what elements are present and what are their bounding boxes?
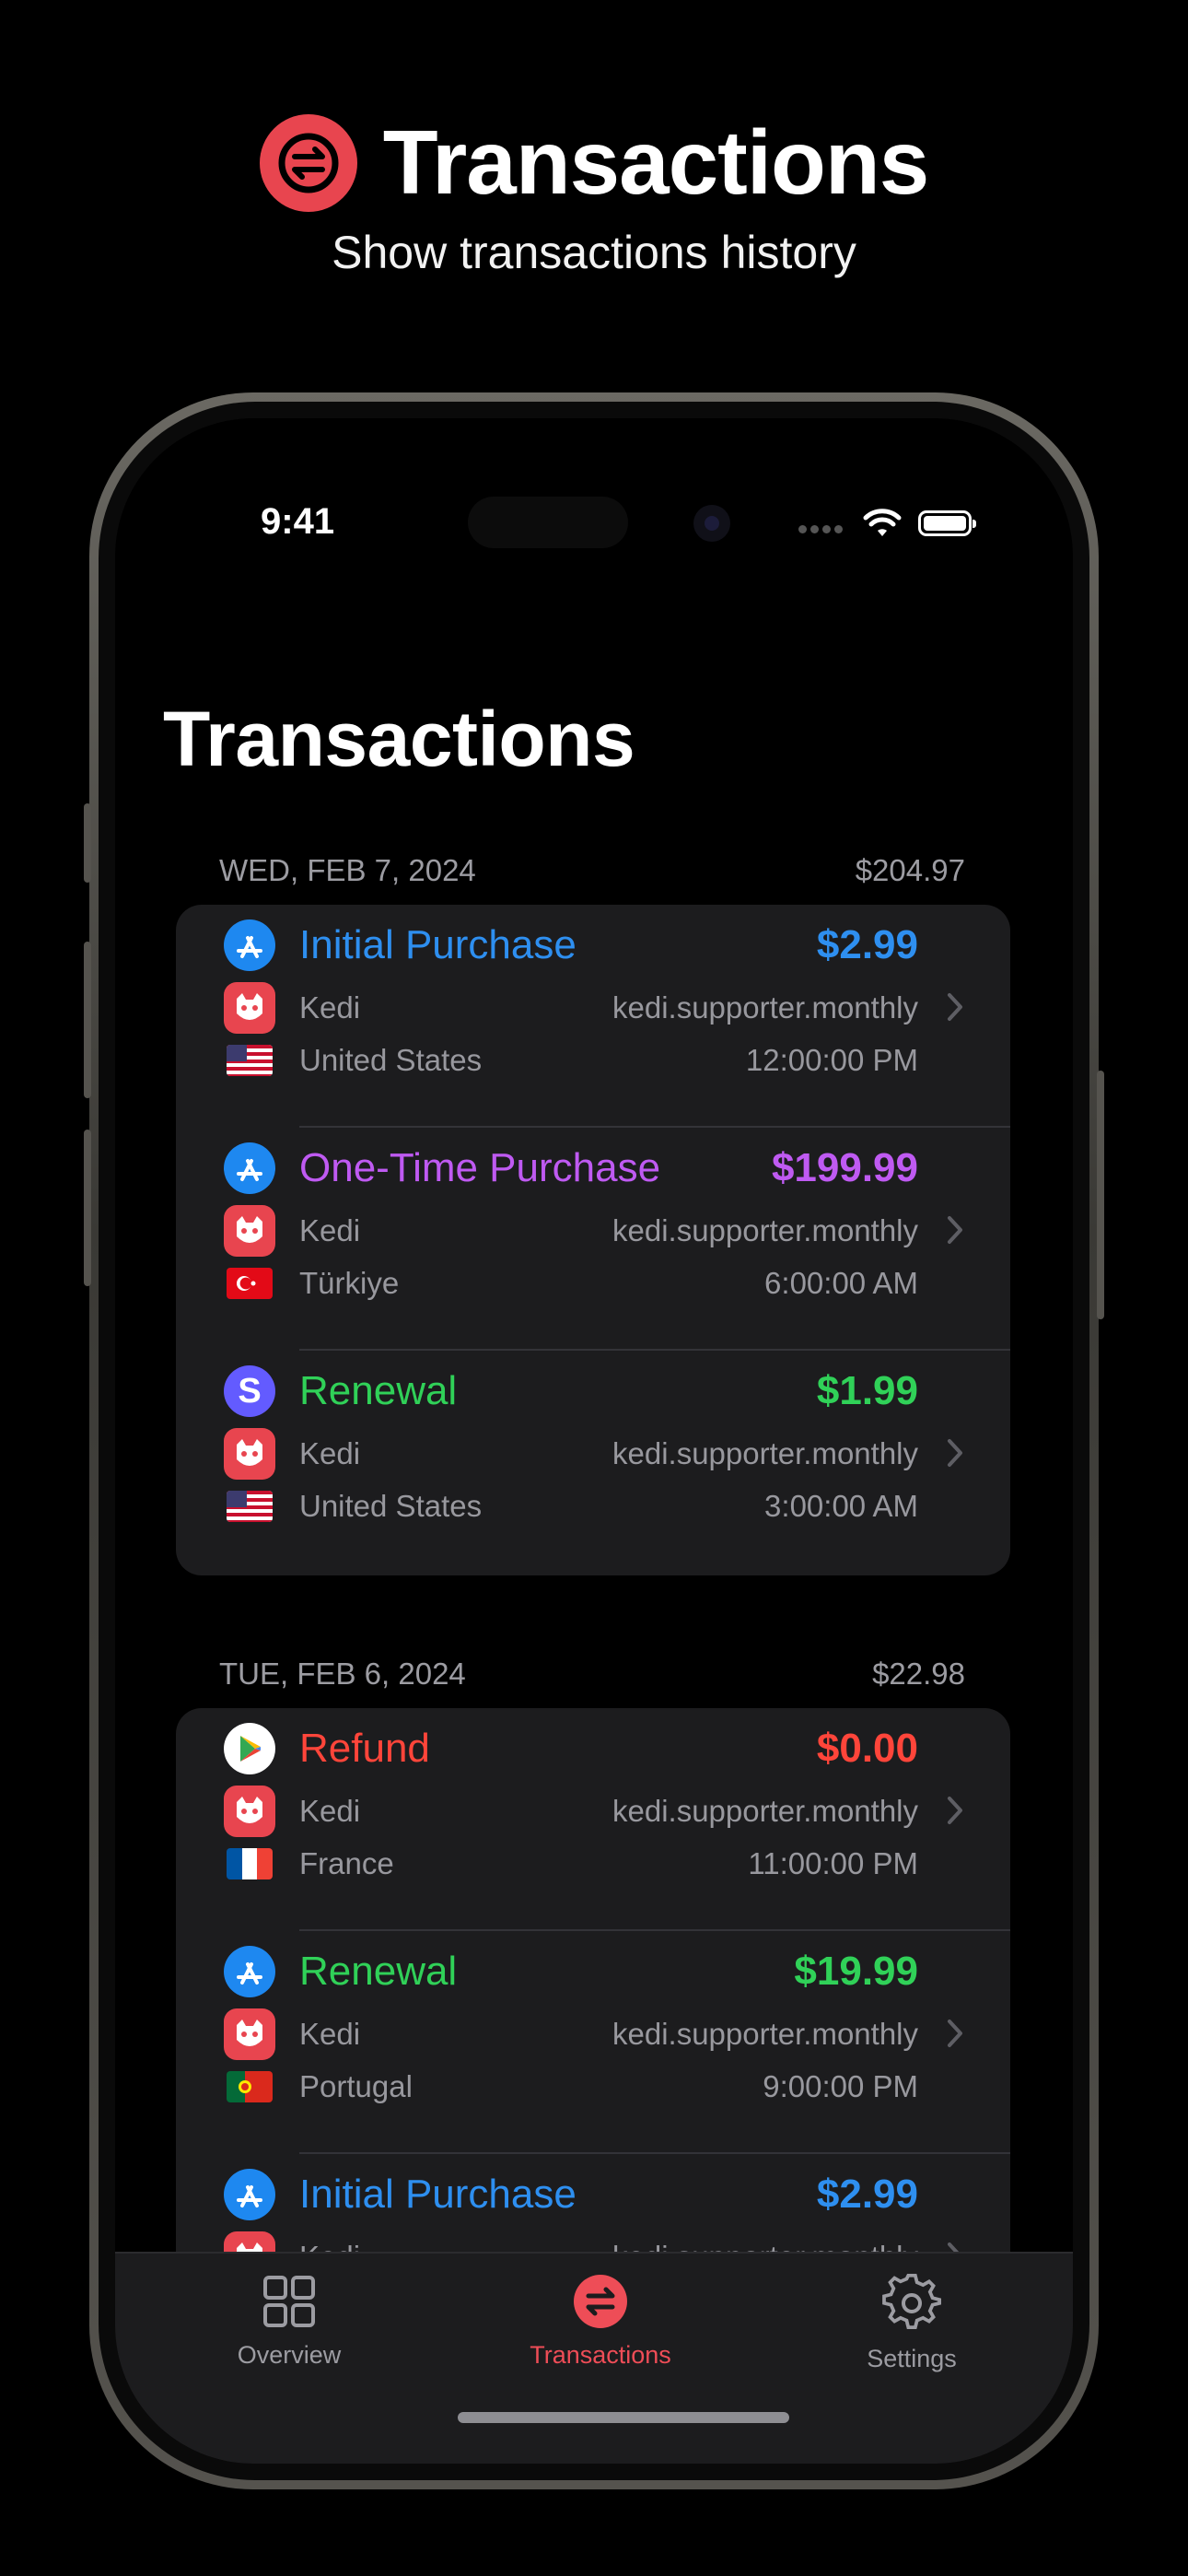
transaction-price: $2.99 <box>816 922 918 967</box>
kedi-app-icon <box>224 1205 275 1257</box>
status-time: 9:41 <box>261 501 335 542</box>
tr-flag-icon <box>227 1268 273 1299</box>
kedi-app-icon <box>224 982 275 1034</box>
transaction-price: $1.99 <box>816 1368 918 1413</box>
google-play-icon <box>224 1723 275 1774</box>
section-header: WED, FEB 7, 2024 $204.97 <box>219 853 965 888</box>
transaction-type: Renewal <box>299 1949 458 1994</box>
country-name: Portugal <box>299 2069 413 2103</box>
transaction-price: $19.99 <box>794 1949 918 1994</box>
transaction-time: 6:00:00 AM <box>764 1266 918 1300</box>
transaction-time: 3:00:00 AM <box>764 1489 918 1523</box>
section-header: TUE, FEB 6, 2024 $22.98 <box>219 1657 965 1692</box>
country-name: Türkiye <box>299 1266 400 1300</box>
transaction-price: $199.99 <box>771 1145 918 1190</box>
status-bar: 9:41 <box>115 418 1073 548</box>
app-name: Kedi <box>299 990 361 1025</box>
hero-header: Transactions Show transactions history <box>0 111 1188 279</box>
grid-icon <box>263 2276 315 2327</box>
product-id: kedi.supporter.monthly <box>611 1213 918 1247</box>
app-store-icon <box>224 1946 275 1997</box>
chevron-right-icon <box>948 993 962 1021</box>
section-total: $22.98 <box>872 1657 965 1691</box>
us-flag-icon <box>227 1045 273 1076</box>
tab-transactions[interactable]: Transactions <box>508 2274 693 2370</box>
pt-flag-icon <box>227 2071 273 2102</box>
section-date: TUE, FEB 6, 2024 <box>219 1657 466 1691</box>
transaction-type: Refund <box>299 1726 430 1771</box>
transaction-row[interactable]: Initial Purchase $2.99 Kedi kedi.support… <box>176 905 1010 1128</box>
product-id: kedi.supporter.monthly <box>611 990 918 1025</box>
volume-up-button <box>84 942 91 1098</box>
tab-bar: Overview Transactions Settings <box>115 2252 1073 2464</box>
home-indicator <box>458 2412 789 2423</box>
kedi-app-icon <box>224 2008 275 2060</box>
page-title: Transactions <box>163 696 635 782</box>
tab-overview[interactable]: Overview <box>197 2274 381 2370</box>
tab-settings[interactable]: Settings <box>820 2273 1004 2373</box>
transactions-logo-icon <box>259 113 357 212</box>
transaction-price: $0.00 <box>816 1726 918 1771</box>
gear-icon <box>882 2273 942 2330</box>
transaction-type: One-Time Purchase <box>299 1145 661 1190</box>
transaction-type: Initial Purchase <box>299 2172 577 2217</box>
product-id: kedi.supporter.monthly <box>611 1436 918 1470</box>
battery-icon <box>918 510 976 536</box>
stripe-icon: S <box>224 1365 275 1417</box>
transaction-type: Renewal <box>299 1368 458 1413</box>
transaction-row[interactable]: One-Time Purchase $199.99 Kedi kedi.supp… <box>176 1128 1010 1351</box>
transaction-row[interactable]: S Renewal $1.99 Kedi kedi.supporter.mont… <box>176 1351 1010 1574</box>
tab-label: Settings <box>867 2345 957 2372</box>
phone-frame: 9:41 Transactions WED, FEB 7, 2024 $204.… <box>84 392 1104 2489</box>
camera-icon <box>693 505 730 542</box>
tab-label: Transactions <box>530 2341 671 2369</box>
chevron-right-icon <box>948 1797 962 1824</box>
app-name: Kedi <box>299 1794 361 1828</box>
phone-screen: 9:41 Transactions WED, FEB 7, 2024 $204.… <box>115 418 1073 2464</box>
power-button <box>1097 1071 1104 1319</box>
country-name: France <box>299 1846 394 1880</box>
tab-label: Overview <box>237 2341 342 2369</box>
transaction-row[interactable]: Renewal $19.99 Kedi kedi.supporter.month… <box>176 1931 1010 2154</box>
chevron-right-icon <box>948 1216 962 1244</box>
us-flag-icon <box>227 1491 273 1522</box>
app-name: Kedi <box>299 1436 361 1470</box>
volume-down-button <box>84 1130 91 1286</box>
app-store-icon <box>224 2169 275 2220</box>
product-id: kedi.supporter.monthly <box>611 2017 918 2051</box>
country-name: United States <box>299 1489 483 1523</box>
hero-title: Transactions <box>382 111 930 213</box>
product-id: kedi.supporter.monthly <box>611 1794 918 1828</box>
transaction-time: 12:00:00 PM <box>745 1043 918 1077</box>
action-button <box>84 803 91 883</box>
country-name: United States <box>299 1043 483 1077</box>
transactions-card: Initial Purchase $2.99 Kedi kedi.support… <box>176 905 1010 1575</box>
section-total: $204.97 <box>855 853 965 887</box>
hero-title-row: Transactions <box>0 111 1188 215</box>
app-store-icon <box>224 1142 275 1194</box>
kedi-app-icon <box>224 1786 275 1837</box>
kedi-app-icon <box>224 1428 275 1480</box>
transaction-time: 11:00:00 PM <box>748 1846 918 1880</box>
chevron-right-icon <box>948 1439 962 1467</box>
app-name: Kedi <box>299 2017 361 2051</box>
fr-flag-icon <box>227 1848 273 1879</box>
app-store-icon <box>224 919 275 971</box>
transaction-row[interactable]: Refund $0.00 Kedi kedi.supporter.monthly <box>176 1708 1010 1931</box>
cellular-signal-icon <box>798 525 843 533</box>
wifi-icon <box>863 509 902 536</box>
chevron-right-icon <box>948 2020 962 2047</box>
hero-subtitle: Show transactions history <box>332 227 856 278</box>
transaction-type: Initial Purchase <box>299 922 577 967</box>
transactions-icon <box>574 2275 627 2328</box>
transaction-price: $2.99 <box>816 2172 918 2217</box>
transaction-time: 9:00:00 PM <box>763 2069 918 2103</box>
app-name: Kedi <box>299 1213 361 1247</box>
section-date: WED, FEB 7, 2024 <box>219 853 476 887</box>
dynamic-island <box>468 497 628 548</box>
